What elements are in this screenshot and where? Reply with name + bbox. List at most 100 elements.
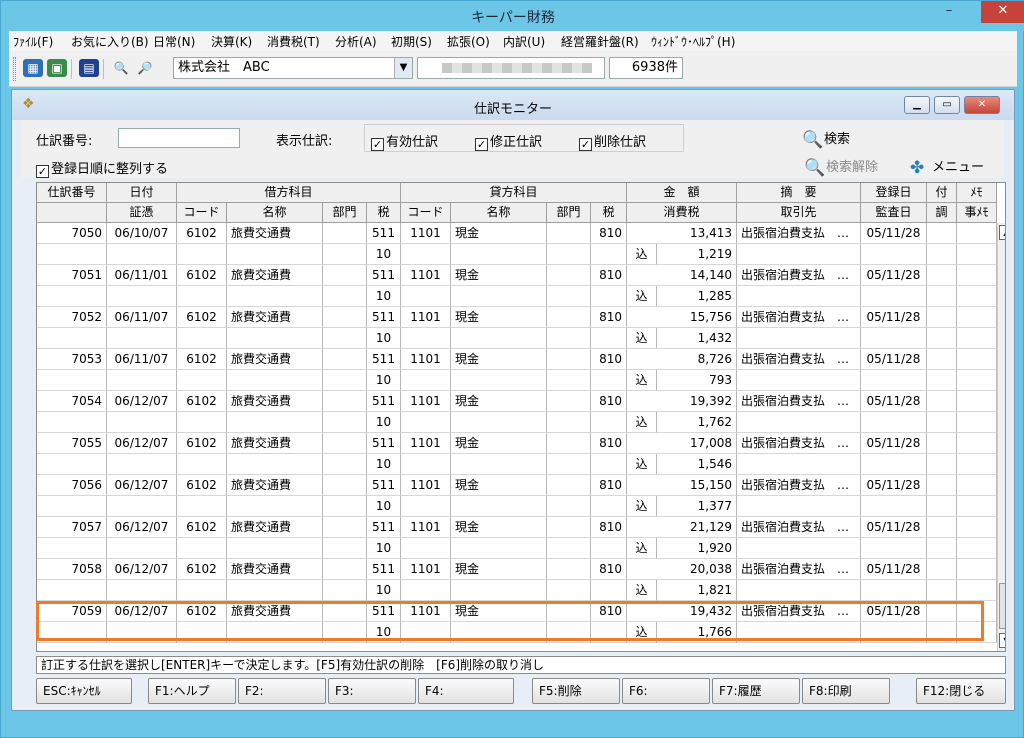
cell-dname: 旅費交通費 <box>227 601 323 622</box>
menu-favorites[interactable]: お気に入り(B) <box>71 33 149 50</box>
header-amount: 金 額 <box>627 183 737 203</box>
cell-attach <box>927 517 957 538</box>
zoom-out-icon[interactable]: 🔎 <box>135 59 155 77</box>
table-row[interactable]: 7051 06/11/01 6102 旅費交通費 511 1101 現金 810 14,140 出… <box>37 265 997 286</box>
table-row[interactable]: 10 込 1,766 <box>37 622 997 643</box>
cell-summary <box>737 244 861 265</box>
cell-reg: 05/11/28 <box>861 433 927 454</box>
menu-initial[interactable]: 初期(S) <box>391 33 432 50</box>
monitor-maximize-button[interactable]: ▭ <box>934 96 960 114</box>
f6-button[interactable]: F6: <box>622 678 710 704</box>
menu-breakdown[interactable]: 内訳(U) <box>503 33 545 50</box>
scroll-up-icon[interactable]: ▲ <box>999 225 1005 240</box>
valid-checkbox[interactable]: ✓ 有効仕訳 <box>371 131 438 151</box>
scroll-down-icon[interactable]: ▼ <box>999 633 1005 648</box>
search-button[interactable]: 🔍検索 <box>802 128 850 150</box>
cell-incl: 込 <box>627 370 657 391</box>
table-row[interactable]: 7050 06/10/07 6102 旅費交通費 511 1101 現金 810 13,413 出… <box>37 223 997 244</box>
cell-dname: 旅費交通費 <box>227 559 323 580</box>
f8-print-button[interactable]: F8:印刷 <box>802 678 890 704</box>
backup-icon[interactable]: ▣ <box>47 59 67 77</box>
cell-summary: 出張宿泊費支払 … <box>737 391 861 412</box>
cell-cname <box>451 244 547 265</box>
monitor-title-bar: ❖ 仕訳モニター ▁ ▭ ✕ <box>12 90 1014 120</box>
esc-cancel-button[interactable]: ESC:ｷｬﾝｾﾙ <box>36 678 132 704</box>
table-row[interactable]: 7059 06/12/07 6102 旅費交通費 511 1101 現金 810 19,432 出… <box>37 601 997 622</box>
menu-daily[interactable]: 日常(N) <box>153 33 195 50</box>
table-row[interactable]: 7052 06/11/07 6102 旅費交通費 511 1101 現金 810 15,756 出… <box>37 307 997 328</box>
deleted-checkbox[interactable]: ✓ 削除仕訳 <box>579 131 646 151</box>
menu-analysis[interactable]: 分析(A) <box>335 33 377 50</box>
cell-incl: 込 <box>627 622 657 643</box>
cell-ctax <box>591 286 627 307</box>
open-data-icon[interactable]: ▦ <box>23 59 43 77</box>
cell-ctax <box>591 538 627 559</box>
table-row[interactable]: 7054 06/12/07 6102 旅費交通費 511 1101 現金 810 19,392 出… <box>37 391 997 412</box>
zoom-in-icon[interactable]: 🔍 <box>111 59 131 77</box>
menu-window-help[interactable]: ｳｨﾝﾄﾞｳ･ﾍﾙﾌﾟ(H) <box>651 33 735 50</box>
cell-ccode <box>401 370 451 391</box>
table-row[interactable]: 10 込 1,285 <box>37 286 997 307</box>
cell-tax: 1,285 <box>657 286 737 307</box>
table-row[interactable]: 10 込 1,219 <box>37 244 997 265</box>
cell-dname <box>227 328 323 349</box>
table-row[interactable]: 10 込 1,377 <box>37 496 997 517</box>
table-row[interactable]: 7053 06/11/07 6102 旅費交通費 511 1101 現金 810 8,726 出張… <box>37 349 997 370</box>
f4-button[interactable]: F4: <box>418 678 514 704</box>
cell-ccode <box>401 412 451 433</box>
cell-reg: 05/11/28 <box>861 391 927 412</box>
f5-delete-button[interactable]: F5:削除 <box>532 678 620 704</box>
cell-dcode: 6102 <box>177 601 227 622</box>
status-bar: 訂正する仕訳を選択し[ENTER]キーで決定します。[F5]有効仕訳の削除 [F… <box>36 656 1006 674</box>
menu-settlement[interactable]: 決算(K) <box>211 33 252 50</box>
cell-reg <box>861 412 927 433</box>
close-button[interactable]: ✕ <box>981 1 1024 23</box>
monitor-close-button[interactable]: ✕ <box>964 96 1000 114</box>
table-row[interactable]: 10 込 793 <box>37 370 997 391</box>
journal-no-input[interactable] <box>118 128 240 148</box>
menu-button[interactable]: ✤ メニュー <box>910 156 984 178</box>
cell-ctax: 810 <box>591 349 627 370</box>
f1-help-button[interactable]: F1:ヘルプ <box>148 678 236 704</box>
company-select[interactable]: 株式会社 ABC ▼ <box>173 57 413 79</box>
table-row[interactable]: 7055 06/12/07 6102 旅費交通費 511 1101 現金 810 17,008 出… <box>37 433 997 454</box>
cell-ddept <box>323 433 367 454</box>
menu-consumption-tax[interactable]: 消費税(T) <box>267 33 320 50</box>
menu-file[interactable]: ﾌｧｲﾙ(F) <box>13 33 53 50</box>
header-voucher: 証憑 <box>107 203 177 223</box>
table-row[interactable]: 7058 06/12/07 6102 旅費交通費 511 1101 現金 810 20,038 出… <box>37 559 997 580</box>
table-row[interactable]: 10 込 1,821 <box>37 580 997 601</box>
vertical-scrollbar[interactable]: ▲ ▼ <box>997 223 1005 651</box>
chevron-down-icon[interactable]: ▼ <box>394 58 412 78</box>
minimize-button[interactable]: – <box>935 1 963 23</box>
cell-no: 7056 <box>37 475 107 496</box>
corrected-label: 修正仕訳 <box>490 135 543 150</box>
corrected-checkbox[interactable]: ✓ 修正仕訳 <box>475 131 542 151</box>
cell-dname <box>227 370 323 391</box>
scroll-thumb[interactable] <box>999 583 1005 629</box>
valid-label: 有効仕訳 <box>386 135 439 150</box>
table-row[interactable]: 10 込 1,546 <box>37 454 997 475</box>
f12-close-button[interactable]: F12:閉じる <box>916 678 1006 704</box>
toolbar-grip[interactable] <box>13 57 16 81</box>
cell-date <box>107 370 177 391</box>
menu-bar: ﾌｧｲﾙ(F) お気に入り(B) 日常(N) 決算(K) 消費税(T) 分析(A… <box>9 31 1017 51</box>
cell-amount: 19,432 <box>627 601 737 622</box>
table-row[interactable]: 7056 06/12/07 6102 旅費交通費 511 1101 現金 810 15,150 出… <box>37 475 997 496</box>
f2-button[interactable]: F2: <box>238 678 326 704</box>
sort-checkbox[interactable]: ✓ 登録日順に整列する <box>36 158 168 178</box>
cell-ccode: 1101 <box>401 559 451 580</box>
table-row[interactable]: 10 込 1,432 <box>37 328 997 349</box>
f3-button[interactable]: F3: <box>328 678 416 704</box>
menu-extend[interactable]: 拡張(O) <box>447 33 490 50</box>
table-row[interactable]: 7057 06/12/07 6102 旅費交通費 511 1101 現金 810 21,129 出… <box>37 517 997 538</box>
menu-compass[interactable]: 経営羅針盤(R) <box>561 33 639 50</box>
screen-icon[interactable]: ▤ <box>79 59 99 77</box>
search-clear-button[interactable]: 🔍検索解除 <box>804 156 878 178</box>
f7-history-button[interactable]: F7:履歴 <box>712 678 800 704</box>
monitor-minimize-button[interactable]: ▁ <box>904 96 930 114</box>
deleted-label: 削除仕訳 <box>594 135 647 150</box>
table-row[interactable]: 10 込 1,762 <box>37 412 997 433</box>
table-row[interactable]: 10 込 1,920 <box>37 538 997 559</box>
grid-header: 仕訳番号 日付 借方科目 貸方科目金 額摘 要登録日付ﾒﾓ 証憑 コード 名称 部門税コード名… <box>37 183 997 223</box>
